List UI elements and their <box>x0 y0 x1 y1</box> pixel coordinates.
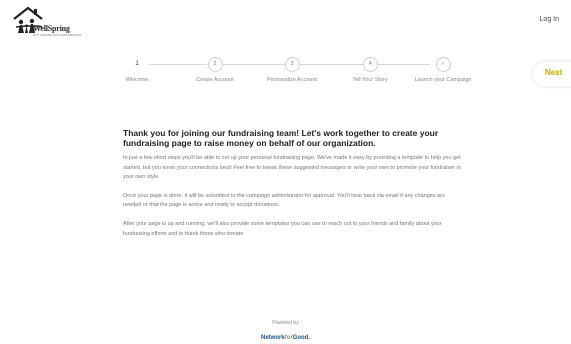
next-button-label: Next <box>545 68 563 77</box>
step-connector <box>300 64 363 65</box>
step-number: 3 <box>284 57 300 72</box>
step-label: Personalize Account <box>267 77 317 83</box>
step-label: Welcome <box>125 77 149 83</box>
step-tell-your-story[interactable]: 4 Tell Your Story <box>330 57 410 83</box>
step-personalize-account[interactable]: 3 Personalize Account <box>252 57 332 83</box>
header: WellSpring NOT FOR PROFIT CORPORATION Lo… <box>0 0 571 46</box>
progress-stepper: 1 Welcome 2 Create Account 3 Personalize… <box>112 57 484 87</box>
network-for-good-logo[interactable]: NetworkforGood. <box>0 335 571 341</box>
step-label: Tell Your Story <box>352 77 388 83</box>
step-number: 2 <box>207 57 223 72</box>
welcome-content: Thank you for joining our fundraising te… <box>123 128 463 248</box>
nfg-for: for <box>284 335 293 341</box>
nfg-good: Good. <box>292 335 310 341</box>
step-connector <box>378 64 430 65</box>
login-link[interactable]: Log In <box>540 16 559 23</box>
step-connector <box>222 64 285 65</box>
next-button[interactable]: Next <box>533 62 571 86</box>
step-create-account[interactable]: 2 Create Account <box>175 57 255 83</box>
step-label: Launch your Campaign <box>414 77 472 83</box>
brand-name: WellSpring <box>33 24 70 33</box>
templates-paragraph: After your page is up and running, we'll… <box>123 220 442 237</box>
approval-paragraph: Once your page is done, it will be submi… <box>123 192 446 209</box>
step-number: 1 <box>129 57 145 72</box>
powered-by-text: Powered by <box>272 320 299 326</box>
step-number: 4 <box>362 57 378 72</box>
step-launch-campaign[interactable]: ✓ Launch your Campaign <box>403 57 483 83</box>
step-label: Create Account <box>196 77 234 83</box>
step-welcome[interactable]: 1 Welcome <box>97 57 177 83</box>
step-connector <box>149 64 207 65</box>
page-title: Thank you for joining our fundraising te… <box>123 128 439 148</box>
intro-paragraph: In just a few short steps you'll be able… <box>123 155 461 181</box>
nfg-network: Network <box>260 335 285 341</box>
check-icon: ✓ <box>435 57 451 72</box>
brand-tagline: NOT FOR PROFIT CORPORATION <box>33 33 82 37</box>
